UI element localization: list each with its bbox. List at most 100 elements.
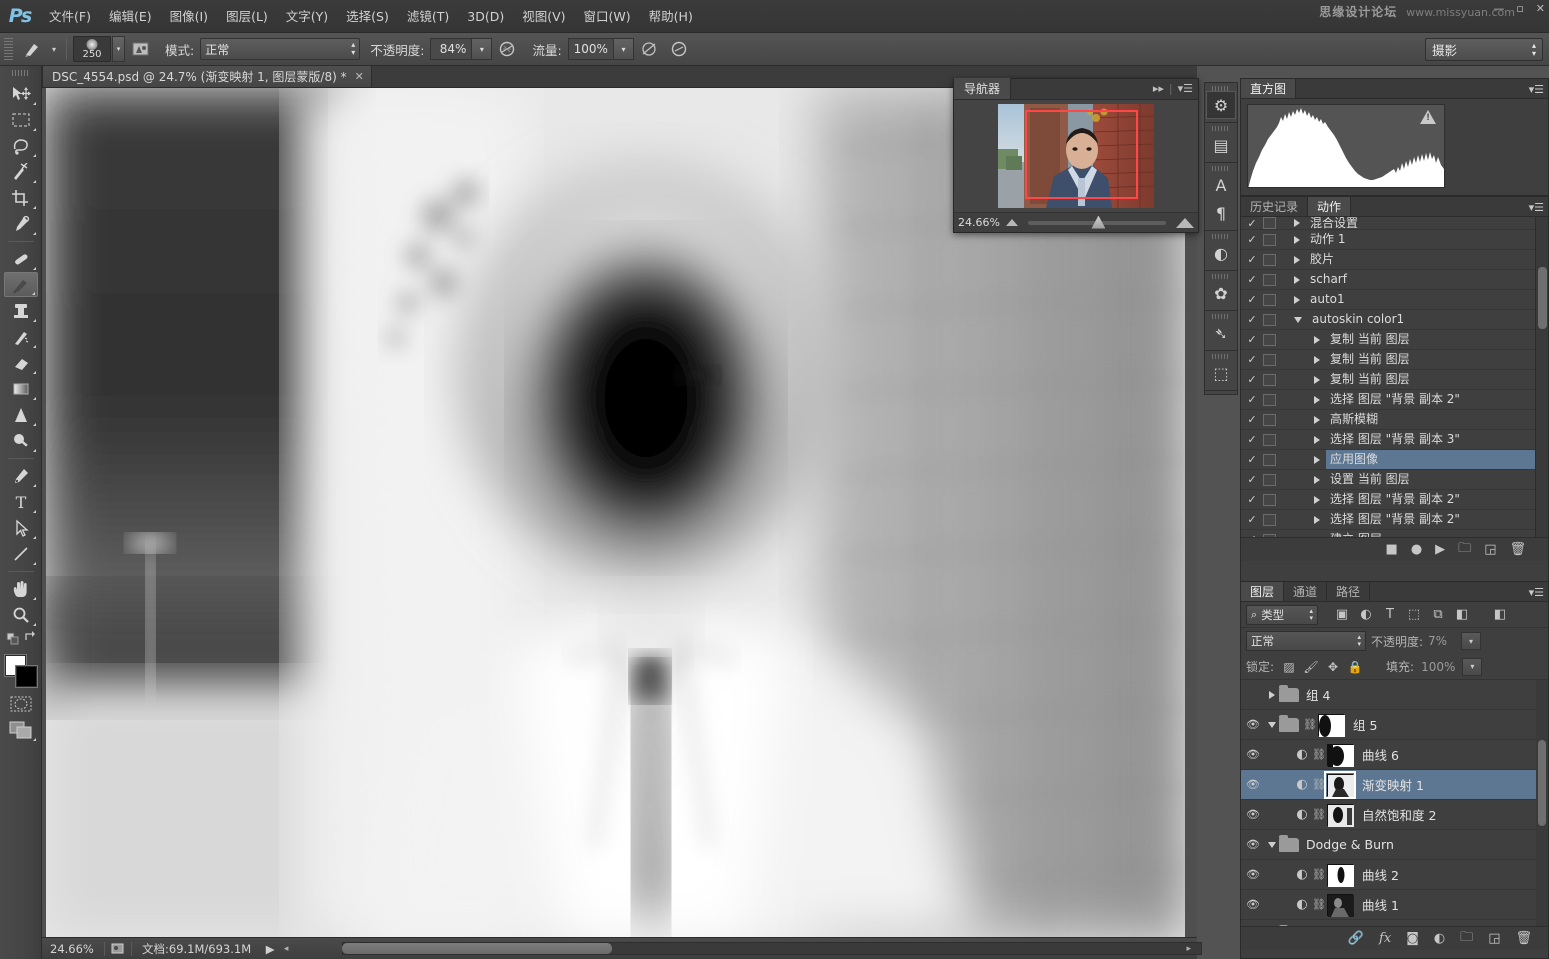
action-row[interactable]: ✓autoskin color1	[1241, 310, 1548, 330]
gradient-tool[interactable]	[4, 376, 38, 401]
color-swatches[interactable]	[4, 654, 38, 688]
layer-opacity-value[interactable]: 7%	[1428, 634, 1456, 648]
status-scroll-right-icon[interactable]: ▸	[1186, 944, 1191, 954]
action-enabled-check[interactable]: ✓	[1241, 293, 1263, 306]
action-row[interactable]: ✓高斯模糊	[1241, 410, 1548, 430]
action-enabled-check[interactable]: ✓	[1241, 433, 1263, 446]
action-row[interactable]: ✓混合设置	[1241, 217, 1548, 230]
menu-item-2[interactable]: 图像(I)	[161, 0, 217, 33]
healing-brush-tool[interactable]	[4, 246, 38, 271]
action-enabled-check[interactable]: ✓	[1241, 273, 1263, 286]
adjustment-layer-icon[interactable]: ◐	[1293, 777, 1311, 792]
action-dialog-toggle[interactable]	[1263, 534, 1276, 538]
lock-position-icon[interactable]: ✥	[1325, 660, 1341, 674]
menu-item-10[interactable]: 帮助(H)	[640, 0, 702, 33]
action-row[interactable]: ✓选择 图层 "背景 副本 3"	[1241, 430, 1548, 450]
preview-toggle-icon[interactable]	[105, 942, 131, 955]
filter-toggle-icon[interactable]: ◧	[1450, 605, 1474, 625]
action-enabled-check[interactable]: ✓	[1241, 453, 1263, 466]
expand-arrow-icon[interactable]	[1314, 356, 1320, 364]
action-row[interactable]: ✓动作 1	[1241, 230, 1548, 250]
quick-mask-toggle[interactable]	[4, 691, 38, 716]
tool-presets-icon[interactable]: ➴	[1206, 319, 1236, 347]
layer-visibility-icon[interactable]: 👁	[1241, 718, 1265, 731]
dodge-tool[interactable]	[4, 428, 38, 453]
tab-history[interactable]: 历史记录	[1241, 197, 1308, 216]
background-color-swatch[interactable]	[16, 666, 37, 687]
new-adjustment-layer-icon[interactable]: ◐	[1434, 931, 1445, 946]
eyedropper-tool[interactable]	[4, 211, 38, 236]
mask-link-icon[interactable]: ⛓	[1311, 778, 1327, 791]
close-icon[interactable]: ✕	[1536, 2, 1545, 15]
layers-scroll-thumb[interactable]	[1538, 740, 1546, 826]
layer-visibility-icon[interactable]: 👁	[1241, 838, 1265, 851]
group-expand-icon[interactable]	[1265, 722, 1279, 728]
workspace-switcher[interactable]: 摄影 ▴▾	[1425, 38, 1543, 61]
actions-scrollbar[interactable]	[1535, 217, 1548, 537]
action-dialog-toggle[interactable]	[1263, 354, 1276, 366]
character-panel-icon[interactable]: A	[1206, 171, 1236, 199]
play-selection-button[interactable]: ▶	[1435, 542, 1445, 557]
navigator-zoom-knob[interactable]	[1091, 216, 1105, 229]
blur-tool[interactable]	[4, 402, 38, 427]
camera-raw-icon[interactable]: ⚙	[1206, 91, 1236, 119]
menu-item-4[interactable]: 文字(Y)	[277, 0, 337, 33]
group-expand-icon[interactable]	[1265, 842, 1279, 848]
menu-item-8[interactable]: 视图(V)	[513, 0, 574, 33]
expand-arrow-icon[interactable]	[1314, 336, 1320, 344]
filter-enable-toggle-icon[interactable]: ◧	[1488, 605, 1512, 625]
histogram-menu-icon[interactable]: ▾☰	[1529, 83, 1544, 96]
layer-row[interactable]: 👁◐⛓渐变映射 1	[1241, 770, 1548, 800]
action-dialog-toggle[interactable]	[1263, 434, 1276, 446]
flow-value[interactable]: 100%	[568, 38, 614, 60]
action-row[interactable]: ✓胶片	[1241, 250, 1548, 270]
expand-arrow-icon[interactable]	[1294, 256, 1300, 264]
action-row[interactable]: ✓选择 图层 "背景 副本 2"	[1241, 490, 1548, 510]
layer-row[interactable]: 👁⛓组 5	[1241, 710, 1548, 740]
path-selection-tool[interactable]	[4, 515, 38, 540]
eraser-tool[interactable]	[4, 350, 38, 375]
mask-link-icon[interactable]: ⛓	[1311, 748, 1327, 761]
action-row[interactable]: ✓复制 当前 图层	[1241, 330, 1548, 350]
layer-filter-type-select[interactable]: ⌕ 类型 ▴▾	[1246, 605, 1318, 625]
expand-arrow-icon[interactable]	[1314, 396, 1320, 404]
options-bar-grip[interactable]	[4, 38, 13, 60]
expand-arrow-icon[interactable]	[1314, 476, 1320, 484]
status-scroll-left-icon[interactable]: ◂	[279, 944, 293, 954]
airbrush-icon[interactable]	[636, 37, 662, 61]
line-tool[interactable]	[4, 541, 38, 566]
lock-transparency-icon[interactable]: ▨	[1281, 660, 1297, 674]
new-layer-icon[interactable]: ◲	[1488, 931, 1500, 946]
tab-layers[interactable]: 图层	[1241, 582, 1284, 601]
brush-size-picker[interactable]: 250	[73, 36, 111, 62]
clone-stamp-tool[interactable]	[4, 298, 38, 323]
layer-row[interactable]: 👁◐⛓自然饱和度 2	[1241, 800, 1548, 830]
layer-visibility-icon[interactable]: 👁	[1241, 808, 1265, 821]
layer-mask-thumbnail[interactable]	[1318, 714, 1344, 736]
layer-mask-thumbnail[interactable]	[1327, 744, 1353, 766]
action-dialog-toggle[interactable]	[1263, 474, 1276, 486]
expand-arrow-icon[interactable]	[1294, 276, 1300, 284]
minimize-icon[interactable]: —	[1493, 2, 1504, 15]
layer-row[interactable]: 👁◐⛓曲线 2	[1241, 860, 1548, 890]
navigator-menu-icon[interactable]: ▾☰	[1178, 82, 1193, 95]
active-tool-icon[interactable]	[18, 37, 48, 61]
history-brush-tool[interactable]	[4, 324, 38, 349]
collapse-panel-icon[interactable]: ▸▸	[1153, 82, 1164, 95]
menu-item-3[interactable]: 图层(L)	[217, 0, 277, 33]
action-dialog-toggle[interactable]	[1263, 514, 1276, 526]
layer-row[interactable]: 👁◐⛓曲线 6	[1241, 740, 1548, 770]
3d-panel-icon[interactable]: ⬚	[1206, 359, 1236, 387]
paragraph-panel-icon[interactable]: ¶	[1206, 199, 1236, 227]
filter-adjustment-icon[interactable]: ◐	[1354, 605, 1378, 625]
delete-action-button[interactable]: 🗑	[1509, 542, 1526, 557]
action-dialog-toggle[interactable]	[1263, 274, 1276, 286]
new-group-icon[interactable]: 🗀	[1460, 928, 1473, 950]
layer-style-fx-icon[interactable]: fx	[1379, 931, 1391, 946]
layer-visibility-icon[interactable]: 👁	[1241, 748, 1265, 761]
navigator-zoom-slider[interactable]	[1028, 221, 1166, 225]
histogram-cache-warning-icon[interactable]	[1420, 110, 1436, 124]
action-row[interactable]: ✓scharf	[1241, 270, 1548, 290]
layer-visibility-icon[interactable]: 👁	[1241, 898, 1265, 911]
action-row[interactable]: ✓选择 图层 "背景 副本 2"	[1241, 390, 1548, 410]
